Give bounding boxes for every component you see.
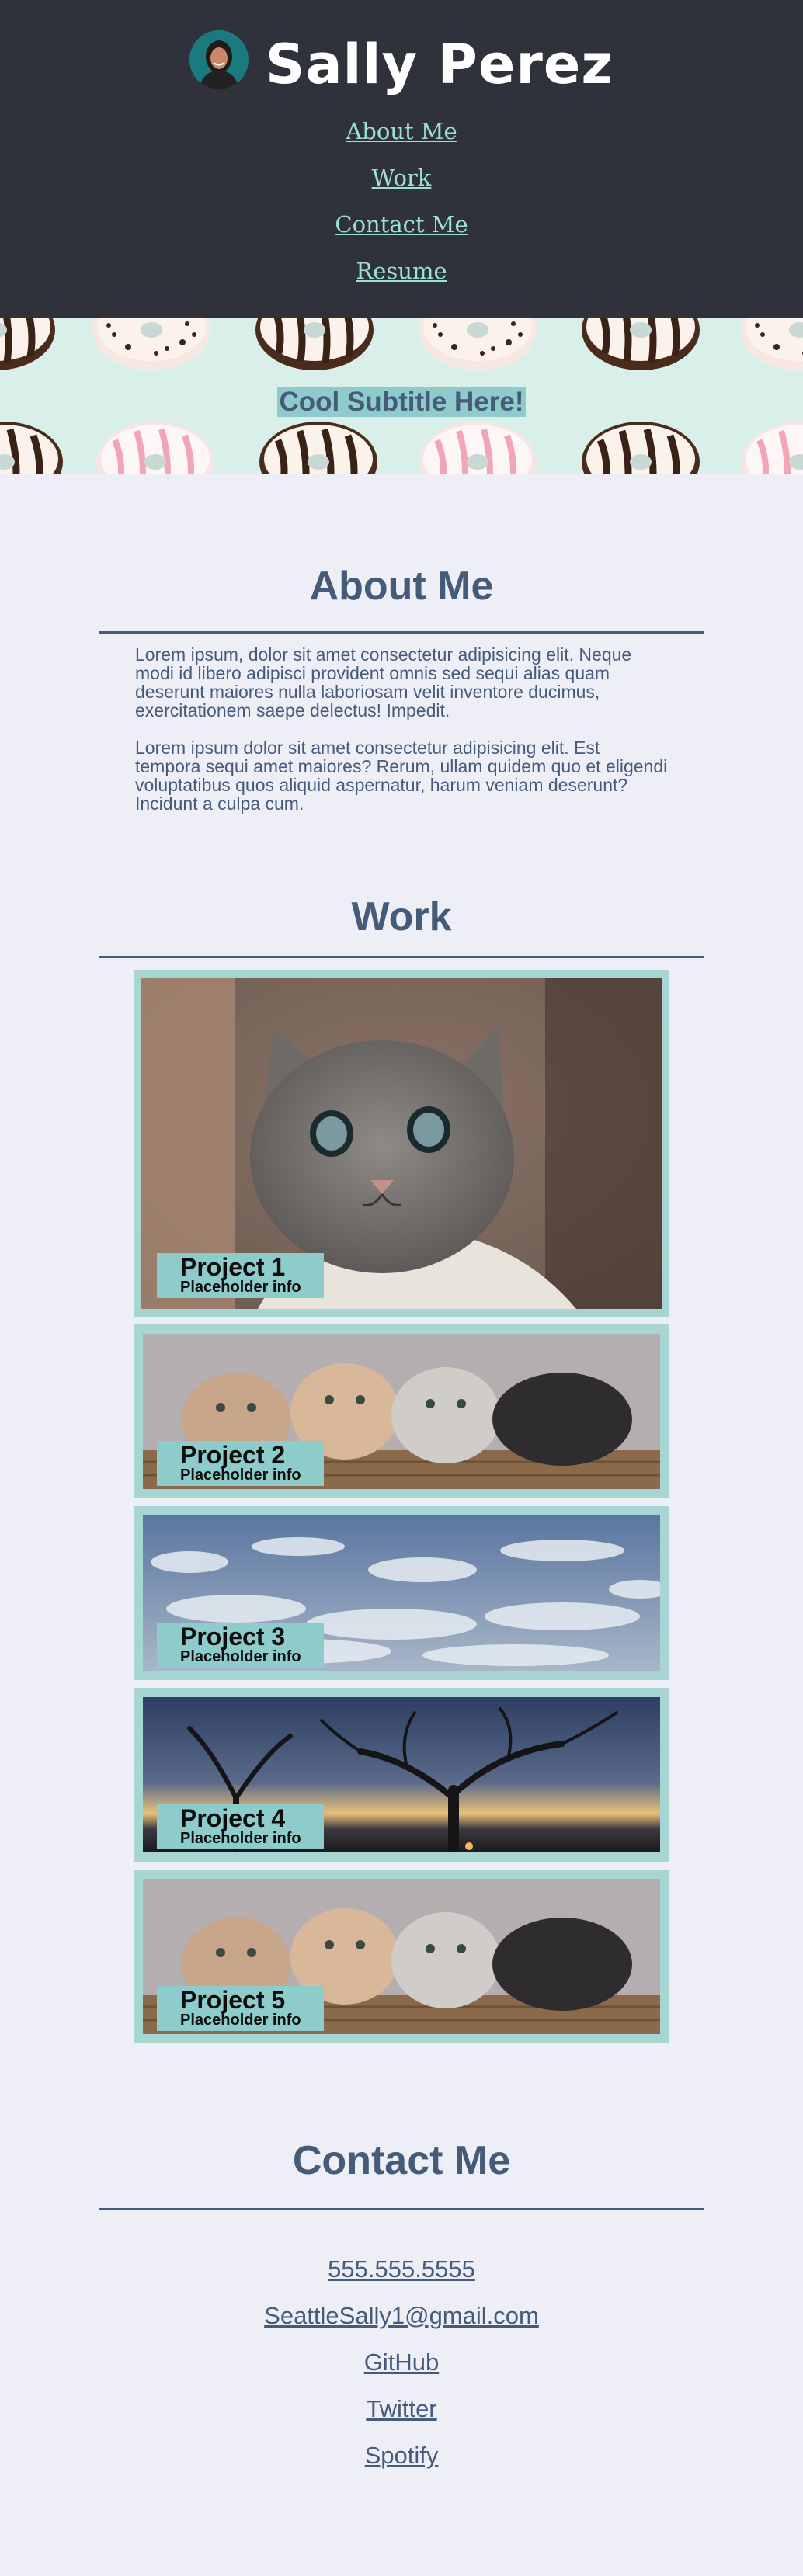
project-card-4[interactable]: Project 4 Placeholder info bbox=[134, 1688, 669, 1862]
about-section: About Me Lorem ipsum, dolor sit amet con… bbox=[0, 474, 803, 813]
site-title: Sally Perez bbox=[265, 33, 614, 96]
about-heading: About Me bbox=[309, 564, 494, 609]
project-info-5: Placeholder info bbox=[180, 2012, 301, 2029]
nav-link-contact[interactable]: Contact Me bbox=[0, 208, 803, 255]
project-label-3: Project 3 Placeholder info bbox=[157, 1623, 324, 1668]
avatar bbox=[189, 30, 249, 89]
avatar-photo bbox=[189, 30, 249, 89]
project-card-5[interactable]: Project 5 Placeholder info bbox=[134, 1870, 669, 2043]
contact-section: Contact Me 555.555.5555 SeattleSally1@gm… bbox=[0, 2051, 803, 2488]
nav-link-resume[interactable]: Resume bbox=[0, 255, 803, 301]
hero-subtitle-text: Cool Subtitle Here! bbox=[277, 387, 526, 417]
project-label-2: Project 2 Placeholder info bbox=[157, 1441, 324, 1486]
work-divider bbox=[99, 956, 704, 958]
project-title-4: Project 4 bbox=[180, 1804, 286, 1832]
project-card-3[interactable]: Project 3 Placeholder info bbox=[134, 1506, 669, 1680]
nav-link-about[interactable]: About Me bbox=[0, 115, 803, 161]
spotify-link[interactable]: Spotify bbox=[0, 2442, 803, 2488]
email-link[interactable]: SeattleSally1@gmail.com bbox=[0, 2302, 803, 2349]
about-divider bbox=[99, 631, 704, 634]
project-info-3: Placeholder info bbox=[180, 1648, 301, 1665]
hero-subtitle: Cool Subtitle Here! bbox=[0, 387, 803, 418]
phone-link[interactable]: 555.555.5555 bbox=[0, 2255, 803, 2302]
contact-divider bbox=[99, 2208, 704, 2210]
project-title-2: Project 2 bbox=[180, 1441, 286, 1469]
project-card-1[interactable]: Project 1 Placeholder info bbox=[134, 970, 669, 1317]
project-info-4: Placeholder info bbox=[180, 1830, 301, 1847]
project-title-1: Project 1 bbox=[180, 1253, 286, 1281]
project-title-5: Project 5 bbox=[180, 1986, 286, 2014]
project-list: Project 1 Placeholder info Project 2 Pla… bbox=[134, 970, 669, 2043]
work-heading: Work bbox=[351, 894, 452, 939]
project-label-1: Project 1 Placeholder info bbox=[157, 1253, 324, 1298]
about-text: Lorem ipsum, dolor sit amet consectetur … bbox=[135, 645, 668, 813]
about-paragraph-2: Lorem ipsum dolor sit amet consectetur a… bbox=[135, 738, 668, 814]
project-label-5: Project 5 Placeholder info bbox=[157, 1986, 324, 2031]
site-header: Sally Perez About Me Work Contact Me Res… bbox=[0, 0, 803, 318]
github-link[interactable]: GitHub bbox=[0, 2349, 803, 2395]
main-nav: About Me Work Contact Me Resume bbox=[0, 115, 803, 301]
work-section: Work Project 1 Placeholder info Project … bbox=[0, 813, 803, 2043]
about-paragraph-1: Lorem ipsum, dolor sit amet consectetur … bbox=[135, 644, 632, 720]
project-info-2: Placeholder info bbox=[180, 1467, 301, 1484]
project-label-4: Project 4 Placeholder info bbox=[157, 1804, 324, 1849]
hero-banner: Cool Subtitle Here! bbox=[0, 318, 803, 474]
contact-links: 555.555.5555 SeattleSally1@gmail.com Git… bbox=[0, 2255, 803, 2488]
brand: Sally Perez bbox=[0, 22, 803, 107]
contact-heading: Contact Me bbox=[292, 2138, 511, 2183]
twitter-link[interactable]: Twitter bbox=[0, 2395, 803, 2442]
project-card-2[interactable]: Project 2 Placeholder info bbox=[134, 1324, 669, 1498]
project-info-1: Placeholder info bbox=[180, 1279, 301, 1296]
project-title-3: Project 3 bbox=[180, 1623, 286, 1651]
nav-link-work[interactable]: Work bbox=[0, 161, 803, 208]
